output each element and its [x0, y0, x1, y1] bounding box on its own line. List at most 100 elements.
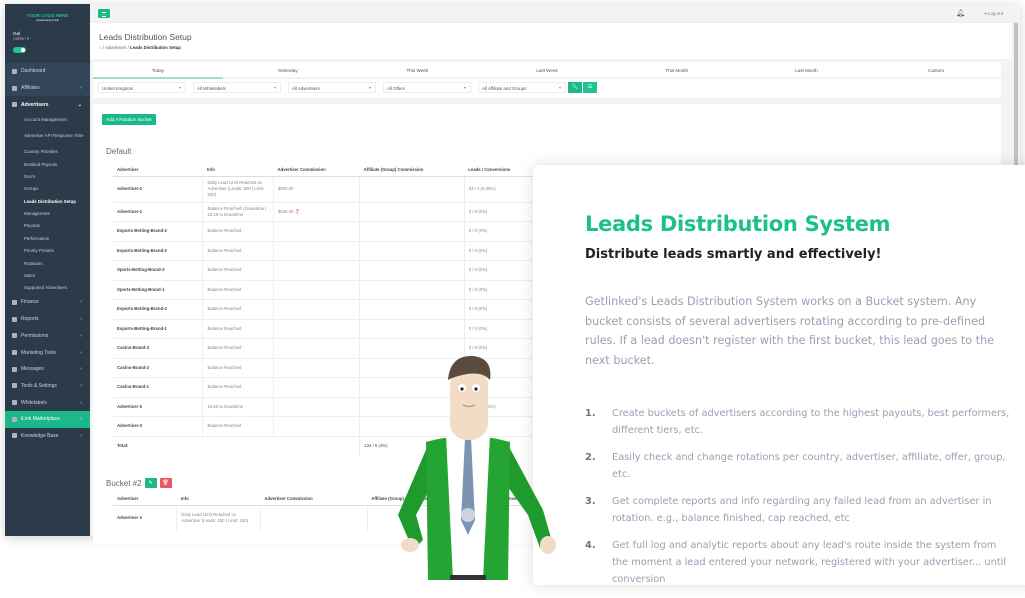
table-cell [359, 221, 465, 241]
sidebar-item[interactable]: Tools & Settings ‹ [5, 378, 90, 395]
table-cell: $535.00 ❓ [272, 201, 360, 222]
delete-bucket-button[interactable]: 🗑︎ [159, 478, 172, 488]
table-cell [359, 279, 465, 300]
filter-select[interactable]: All Advertisers [288, 82, 376, 93]
user-info[interactable]: Gal Admin ▾ [5, 22, 90, 42]
sidebar-item[interactable]: Marketing Tools ‹ [5, 344, 90, 361]
filter-select[interactable]: All Whitelabels [193, 82, 281, 93]
sidebar-subitem[interactable]: Priority Presets [5, 245, 90, 257]
table-cell: Balance Reached [202, 299, 274, 319]
sidebar-nav: Dashboard Affiliates ‹ Advertisers ⌄ Account … [5, 63, 90, 444]
tab-last-week[interactable]: Last Week [482, 62, 612, 79]
menu-toggle-button[interactable] [98, 9, 110, 18]
sidebar-subitem[interactable]: Advertiser API Response Time [5, 125, 90, 145]
list-text: Get full log and analytic reports about … [612, 540, 1007, 585]
chevron-left-icon: ‹ [80, 382, 82, 389]
sidebar-item[interactable]: Whitelabels ‹ [5, 394, 90, 411]
table-cell: Esports-Betting-Brand-1 [113, 318, 203, 339]
table-cell: Balance Reached [202, 357, 274, 378]
table-cell: Casino-Brand-2 [113, 357, 203, 378]
home-icon[interactable]: ⌂ [99, 45, 102, 50]
sidebar-subitem[interactable]: Sales [5, 269, 90, 281]
table-cell [272, 338, 360, 358]
breadcrumb-advertisers[interactable]: Advertisers [105, 45, 127, 50]
sidebar-item-affiliates[interactable]: Affiliates ‹ [5, 79, 90, 97]
table-cell: Balance Reached | Downtime | 22:19 to Do… [202, 201, 274, 222]
sidebar-item[interactable]: Knowledge Base ‹ [5, 428, 90, 445]
table-row: Esports-Betting-Brand-2 Balance Reached 0 … [113, 221, 533, 241]
tab-yesterday[interactable]: Yesterday [222, 62, 353, 79]
sidebar-subitem[interactable]: Leads Distribution Setup [5, 195, 90, 207]
table-cell: 0 / 0 (0%) [463, 279, 533, 300]
sidebar-subitem[interactable]: Performance [5, 232, 90, 244]
sidebar-item-label: Finance [21, 299, 39, 306]
sidebar-item[interactable]: Permissions ‹ [5, 328, 90, 345]
sidebar: YOUR LOGO HERE powered by iLink Gal Admin … [5, 4, 90, 536]
sidebar-item[interactable]: Reports ‹ [5, 311, 90, 328]
feature-list-item: 1. Create buckets of advertisers accordin… [585, 405, 1015, 439]
table-cell [259, 504, 368, 531]
table-cell: Daily Lead Limit Reached on Advertiser (… [202, 175, 274, 202]
sidebar-subitem[interactable]: Detailed Payouts [5, 158, 90, 170]
bucket-2-header: Bucket #2 ✎ 🗑︎ [106, 478, 172, 488]
sidebar-subitem[interactable]: Supported Advertisers [5, 282, 90, 294]
sidebar-item-label: Reports [21, 316, 39, 323]
filter-button[interactable]: ☰ [583, 82, 597, 93]
list-number: 2. [585, 452, 596, 463]
tab-custom[interactable]: Custom [871, 62, 1002, 79]
sidebar-item-advertisers[interactable]: Advertisers ⌄ [5, 96, 90, 113]
logout-link[interactable]: ⇥ Log out [983, 11, 1003, 17]
sidebar-subitem[interactable]: Rotations [5, 257, 90, 269]
sidebar-subitem[interactable]: Payouts [5, 220, 90, 232]
sidebar-item[interactable]: Finance ‹ [5, 294, 90, 311]
table-cell: 63 / 4 (6.35%) [463, 175, 533, 202]
table-cell: Balance Reached [202, 416, 274, 436]
chevron-left-icon: ‹ [80, 416, 82, 423]
sidebar-subitem[interactable]: Account Management [5, 113, 90, 125]
sidebar-subitem[interactable]: Management [5, 207, 90, 219]
sidebar-subitem[interactable]: Country Priorities [5, 145, 90, 157]
tab-this-month[interactable]: This Month [611, 62, 742, 79]
tab-today[interactable]: Today [93, 62, 223, 79]
nav-icon [12, 85, 17, 91]
sidebar-item[interactable]: Messages ‹ [5, 361, 90, 378]
chevron-left-icon: ‹ [80, 85, 82, 92]
tab-last-month[interactable]: Last Month [741, 62, 872, 79]
sidebar-subitem[interactable]: Geo's [5, 170, 90, 182]
tab-this-week[interactable]: This Week [352, 62, 483, 79]
sidebar-item[interactable]: iLink Marketplace ‹ [5, 410, 90, 428]
table-cell [359, 299, 465, 319]
table-cell: 0 / 0 (0%) [463, 260, 533, 280]
sidebar-item-label: Dashboard [21, 68, 46, 75]
total-label: Total: [113, 435, 360, 456]
table-cell: Advertiser-1 [113, 201, 203, 222]
sidebar-subitem[interactable]: Groups [5, 183, 90, 195]
toggle-switch[interactable] [13, 47, 26, 53]
filter-select[interactable]: All Offers [383, 82, 471, 93]
edit-bucket-button[interactable]: ✎ [144, 478, 157, 488]
nav-icon [12, 366, 17, 372]
sidebar-item-dashboard[interactable]: Dashboard [5, 63, 90, 80]
table-row: Advertiser-1 Balance Reached | Downtime |… [113, 201, 533, 222]
sidebar-item-label: Messages [21, 366, 44, 373]
table-cell [272, 377, 360, 397]
card-title: Leads Distribution System [585, 212, 891, 236]
chevron-left-icon: ‹ [80, 332, 82, 339]
filter-select[interactable]: All Affiliate and Groups [478, 82, 566, 93]
search-button[interactable]: 🔍︎ [568, 82, 582, 93]
table-cell [272, 260, 360, 280]
filter-select[interactable]: United Kingdom [98, 82, 186, 93]
nav-icon [12, 299, 17, 305]
table-cell: Esports-Betting-Brand-2 [113, 221, 203, 241]
table-cell: 0 / 0 (0%) [463, 221, 533, 241]
add-rotation-bucket-button[interactable]: Add A Rotation Bucket [102, 114, 156, 125]
breadcrumb-current: Leads Distribution Setup [130, 45, 181, 50]
list-text: Easily check and change rotations per co… [612, 452, 1006, 480]
bell-icon[interactable]: 🔔︎ [956, 9, 965, 17]
table-cell: Balance Reached [202, 221, 274, 241]
nav-icon [12, 316, 17, 322]
column-header: Advertiser Commission [273, 164, 360, 177]
page-header: Leads Distribution Setup ⌂ / Advertisers… [90, 23, 1012, 59]
table-cell: 0 / 0 (0%) [463, 240, 533, 261]
chevron-left-icon: ‹ [80, 432, 82, 439]
